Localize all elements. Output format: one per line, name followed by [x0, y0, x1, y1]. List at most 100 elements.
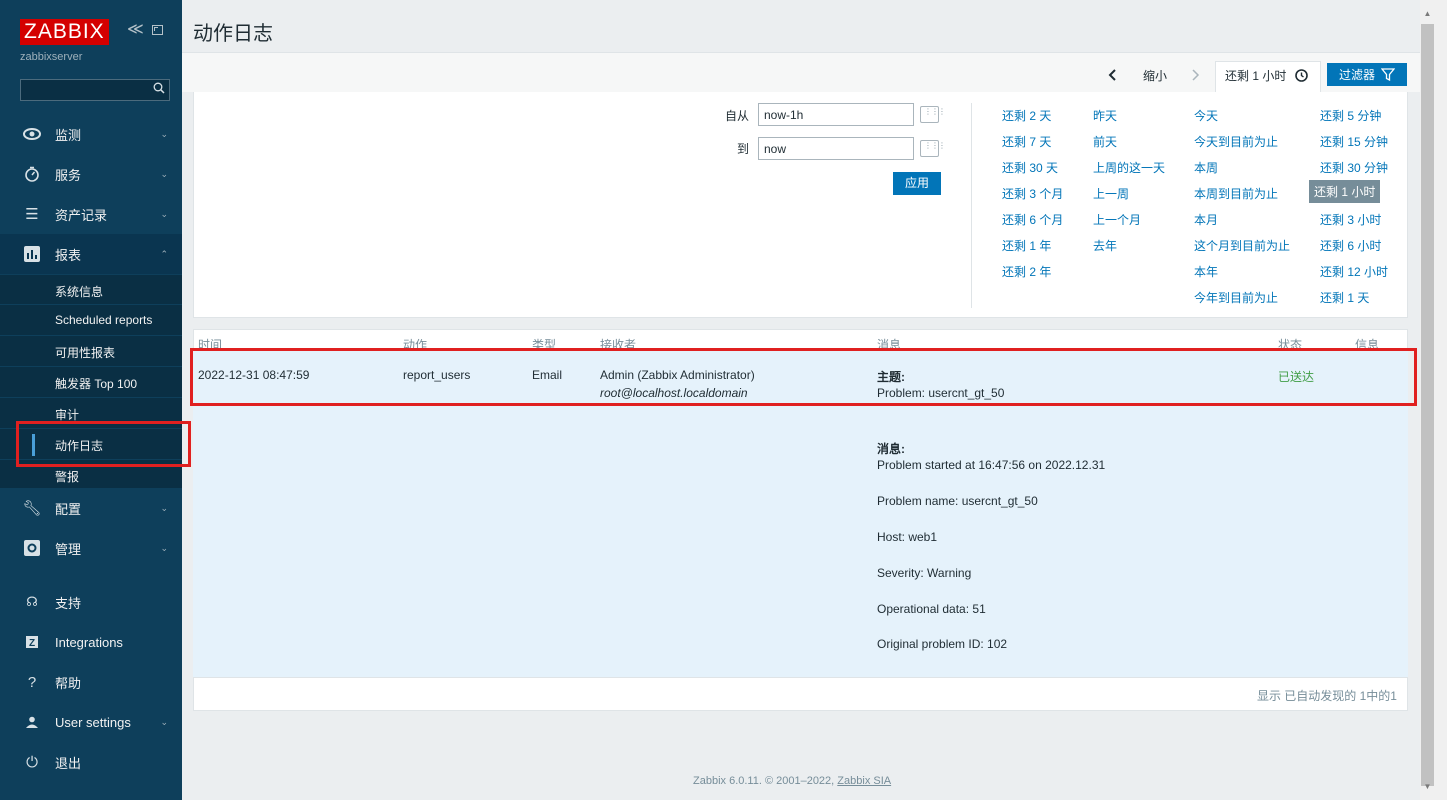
cell-action: report_users: [403, 368, 471, 382]
kiosk-mode-icon[interactable]: [152, 25, 163, 35]
logo[interactable]: ZABBIX: [20, 19, 109, 45]
quick-range-link[interactable]: 还剩 1 年: [1002, 237, 1051, 254]
menu-support[interactable]: ☊ 支持: [0, 582, 182, 622]
quick-range-link[interactable]: 还剩 12 小时: [1320, 263, 1388, 280]
submenu-label: 审计: [55, 408, 80, 422]
quick-range-link[interactable]: 这个月到目前为止: [1194, 237, 1290, 254]
quick-range-link[interactable]: 还剩 5 分钟: [1320, 107, 1381, 124]
from-label: 自从: [724, 109, 749, 123]
quick-range-link[interactable]: 本周到目前为止: [1194, 185, 1278, 202]
submenu-label: 可用性报表: [55, 346, 116, 360]
menu-label: 资产记录: [55, 207, 108, 223]
submenu-label: 触发器 Top 100: [55, 377, 138, 391]
svg-text:Z: Z: [29, 638, 35, 648]
submenu-label: 动作日志: [55, 439, 104, 453]
menu-user-settings[interactable]: User settings ⌄: [0, 702, 182, 742]
quick-range-link[interactable]: 还剩 3 小时: [1320, 211, 1381, 228]
z-icon: Z: [23, 633, 41, 651]
menu-label: 退出: [55, 755, 82, 771]
funnel-icon: [1381, 68, 1395, 81]
quick-range-link[interactable]: 还剩 30 分钟: [1320, 159, 1388, 176]
submenu-scheduled-reports[interactable]: Scheduled reports: [0, 304, 182, 334]
company-link[interactable]: Zabbix SIA: [837, 775, 891, 787]
quick-range-link[interactable]: 上周的这一天: [1093, 159, 1165, 176]
quick-range-link[interactable]: 还剩 30 天: [1002, 159, 1058, 176]
menu-label: Integrations: [55, 634, 123, 650]
quick-range-link[interactable]: 上一个月: [1093, 211, 1141, 228]
page-title: 动作日志: [193, 23, 273, 45]
message-line: Host: web1: [877, 530, 938, 544]
menu-administration[interactable]: 管理 ⌄: [0, 528, 182, 568]
submenu-audit[interactable]: 审计: [0, 397, 182, 427]
copyright: Zabbix 6.0.11. © 2001–2022, Zabbix SIA: [693, 775, 891, 787]
cell-recipient-address: root@localhost.localdomain: [600, 386, 748, 400]
quick-range-link[interactable]: 还剩 6 个月: [1002, 211, 1063, 228]
quick-range-link[interactable]: 还剩 6 小时: [1320, 237, 1381, 254]
quick-range-link[interactable]: 本月: [1194, 211, 1218, 228]
calendar-icon[interactable]: [920, 106, 945, 123]
collapse-sidebar-icon[interactable]: ≪: [127, 22, 144, 38]
menu-services[interactable]: 服务 ⌄: [0, 154, 182, 194]
submenu-top-triggers[interactable]: 触发器 Top 100: [0, 366, 182, 396]
menu-reports[interactable]: 报表 ⌃: [0, 234, 182, 274]
quick-range-link[interactable]: 还剩 3 个月: [1002, 185, 1063, 202]
clock-icon: [1295, 63, 1308, 87]
apply-button[interactable]: 应用: [893, 172, 941, 195]
quick-range-link[interactable]: 今天到目前为止: [1194, 133, 1278, 150]
submenu-availability[interactable]: 可用性报表: [0, 335, 182, 365]
submenu-action-log[interactable]: 动作日志: [0, 428, 182, 458]
to-input[interactable]: [758, 137, 914, 160]
quick-range-link-selected[interactable]: 还剩 1 小时: [1309, 180, 1381, 203]
quick-range-link[interactable]: 今天: [1194, 107, 1218, 124]
quick-range-link[interactable]: 本年: [1194, 263, 1218, 280]
zabbix-logo[interactable]: ZABBIX: [20, 19, 109, 45]
chevron-left-icon[interactable]: [1108, 68, 1118, 82]
scroll-down-arrow-icon[interactable]: ▼: [1421, 782, 1434, 791]
filter-tab-button[interactable]: 过滤器: [1327, 63, 1407, 86]
quick-range-link[interactable]: 还剩 2 年: [1002, 263, 1051, 280]
list-icon: ☰: [25, 206, 39, 223]
message-label: 消息:: [877, 442, 905, 456]
quick-range-link[interactable]: 还剩 7 天: [1002, 133, 1051, 150]
submenu-label: 警报: [55, 470, 80, 484]
chevron-right-icon[interactable]: [1190, 68, 1200, 82]
scroll-up-arrow-icon[interactable]: ▲: [1421, 9, 1434, 18]
menu-label: 支持: [55, 595, 82, 611]
quick-range-link[interactable]: 还剩 2 天: [1002, 107, 1051, 124]
message-line: Operational data: 51: [877, 602, 986, 616]
server-name: zabbixserver: [20, 51, 83, 63]
next-period-button[interactable]: [1190, 63, 1200, 87]
menu-inventory[interactable]: ☰ 资产记录 ⌄: [0, 194, 182, 234]
submenu-notifications[interactable]: 警报: [0, 459, 182, 489]
search-input[interactable]: [20, 79, 170, 101]
from-input[interactable]: [758, 103, 914, 126]
message-line: Problem started at 16:47:56 on 2022.12.3…: [877, 458, 1106, 472]
quick-range-link[interactable]: 前天: [1093, 133, 1117, 150]
zoom-out-button[interactable]: 缩小: [1143, 63, 1167, 87]
quick-range-link[interactable]: 昨天: [1093, 107, 1117, 124]
submenu-system-info[interactable]: 系统信息: [0, 274, 182, 304]
time-range-label[interactable]: 还剩 1 小时: [1225, 63, 1286, 87]
menu-monitoring[interactable]: 监测 ⌄: [0, 114, 182, 154]
menu-configuration[interactable]: 🔧︎ 配置 ⌄: [0, 488, 182, 528]
menu-label: 管理: [55, 541, 82, 557]
cell-type: Email: [532, 368, 563, 382]
menu-label: 配置: [55, 501, 82, 517]
calendar-icon[interactable]: [920, 140, 945, 157]
table-row: [193, 351, 1408, 677]
menu-integrations[interactable]: Z Integrations: [0, 622, 182, 662]
scrollbar-thumb[interactable]: [1421, 24, 1434, 786]
subject-label: 主题:: [877, 370, 905, 384]
quick-range-link[interactable]: 今年到目前为止: [1194, 289, 1278, 306]
menu-sign-out[interactable]: ⏻ 退出: [0, 742, 182, 782]
menu-help[interactable]: ? 帮助: [0, 662, 182, 702]
quick-range-link[interactable]: 本周: [1194, 159, 1218, 176]
menu-label: 监测: [55, 127, 82, 143]
prev-period-button[interactable]: [1108, 63, 1118, 87]
quick-range-link[interactable]: 还剩 1 天: [1320, 289, 1369, 306]
quick-range-link[interactable]: 上一周: [1093, 185, 1129, 202]
search-icon[interactable]: [153, 82, 165, 94]
chevron-down-icon: ⌄: [160, 168, 168, 179]
quick-range-link[interactable]: 还剩 15 分钟: [1320, 133, 1388, 150]
quick-range-link[interactable]: 去年: [1093, 237, 1117, 254]
